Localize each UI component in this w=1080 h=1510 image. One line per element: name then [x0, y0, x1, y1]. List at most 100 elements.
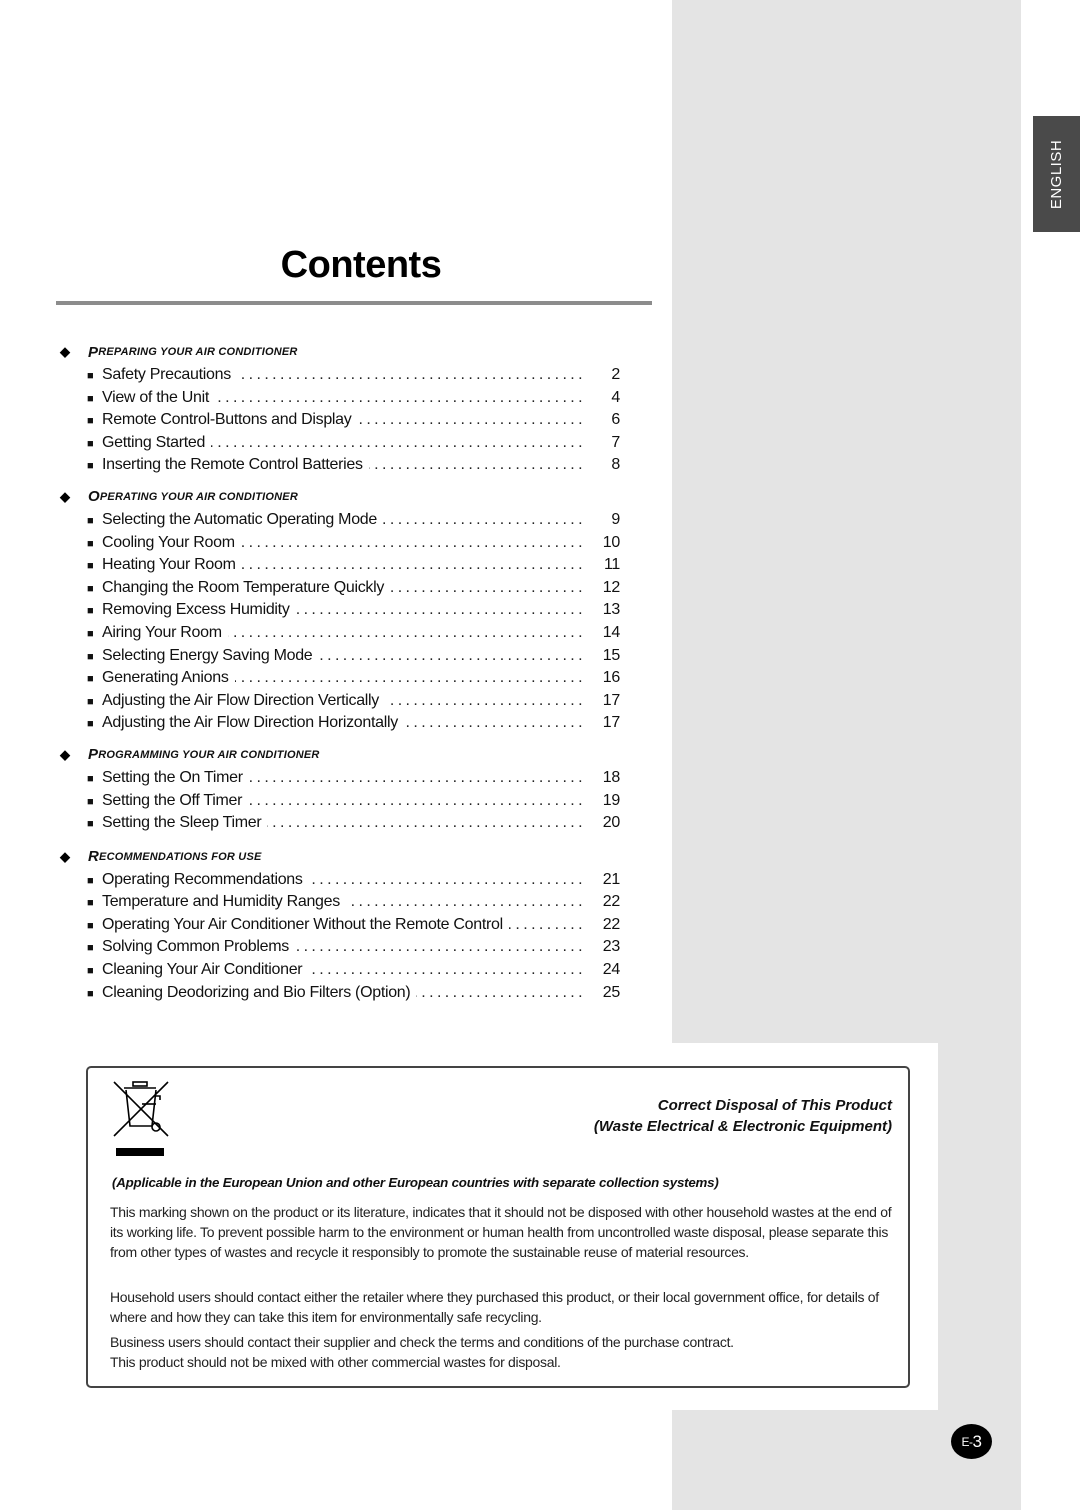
toc-entry[interactable]: ■ Setting the Off Timer..................… — [60, 790, 620, 813]
diamond-bullet-icon: ◆ — [60, 848, 71, 864]
square-bullet-icon: ■ — [87, 874, 94, 887]
disposal-paragraph-3-line1: Business users should contact their supp… — [110, 1334, 734, 1350]
toc-entry[interactable]: ■ Operating Your Air Conditioner Without … — [60, 914, 620, 937]
dot-leader: ........................................… — [248, 768, 586, 786]
toc-entry[interactable]: ■ View of the Unit.......................… — [60, 387, 620, 410]
toc-entry[interactable]: ■ Airing Your Room.......................… — [60, 622, 620, 645]
dot-leader: ........................................… — [385, 691, 586, 709]
dot-leader: ........................................… — [383, 510, 586, 528]
section-heading-rest: REPARING YOUR AIR CONDITIONER — [98, 346, 298, 358]
dot-leader: ........................................… — [390, 578, 586, 596]
disposal-title-line2: (Waste Electrical & Electronic Equipment… — [593, 1118, 892, 1135]
dot-leader: ........................................… — [369, 456, 586, 474]
toc-entry[interactable]: ■ Heating Your Room......................… — [60, 554, 620, 577]
toc-entry[interactable]: ■ Temperature and Humidity Ranges........… — [60, 891, 620, 914]
square-bullet-icon: ■ — [87, 392, 94, 405]
toc-entry-page: 15 — [602, 646, 621, 664]
section-heading-rest: ROGRAMMING YOUR AIR CONDITIONER — [98, 748, 320, 761]
section-heading-initial: P — [88, 746, 99, 764]
toc-entry[interactable]: ■ Safety Precautions.....................… — [60, 364, 620, 387]
toc-entry[interactable]: ■ Inserting the Remote Control Batteries.… — [60, 454, 620, 477]
toc-entry-label: Getting Started — [102, 433, 206, 451]
toc-entry[interactable]: ■ Setting the Sleep Timer................… — [60, 812, 620, 835]
toc-entry-label: Removing Excess Humidity — [102, 601, 290, 619]
toc-entry-label: Adjusting the Air Flow Direction Horizon… — [102, 714, 398, 732]
toc-entry[interactable]: ■ Generating Anions......................… — [60, 667, 620, 690]
toc-entry[interactable]: ■ Changing the Room Temperature Quickly..… — [60, 577, 620, 600]
dot-leader: ........................................… — [248, 791, 586, 809]
square-bullet-icon: ■ — [87, 818, 94, 831]
toc-entry-label: Selecting the Automatic Operating Mode — [102, 510, 377, 528]
toc-entry-label: Selecting Energy Saving Mode — [102, 646, 313, 664]
toc-entry-label: Cooling Your Room — [102, 533, 235, 551]
dot-leader: ........................................… — [404, 714, 586, 732]
square-bullet-icon: ■ — [87, 897, 94, 910]
square-bullet-icon: ■ — [87, 650, 94, 663]
toc-entry[interactable]: ■ Operating Recommendations..............… — [60, 869, 620, 892]
toc-entry[interactable]: ■ Selecting Energy Saving Mode...........… — [60, 645, 620, 668]
page-number: 3 — [972, 1431, 982, 1451]
toc-entry[interactable]: ■ Adjusting the Air Flow Direction Horizo… — [60, 712, 620, 735]
disposal-paragraph-2: Household users should contact either th… — [110, 1289, 879, 1325]
toc-entry-label: Cleaning Your Air Conditioner — [102, 961, 303, 979]
toc-entry-label: View of the Unit — [102, 388, 209, 406]
toc-entry[interactable]: ■ Adjusting the Air Flow Direction Vertic… — [60, 690, 620, 713]
square-bullet-icon: ■ — [87, 987, 94, 1000]
toc-entry-page: 16 — [602, 669, 621, 687]
toc-entry-label: Setting the Sleep Timer — [102, 814, 262, 832]
toc-entry-page: 14 — [602, 623, 621, 641]
toc-entry-page: 24 — [602, 961, 621, 979]
toc-entry[interactable]: ■ Cleaning Your Air Conditioner..........… — [60, 959, 620, 982]
square-bullet-icon: ■ — [87, 965, 94, 978]
weee-disposal-notice: Correct Disposal of This Product (Waste … — [86, 1066, 910, 1388]
section-heading-initial: P — [88, 343, 99, 361]
section-heading-rest: ECOMMENDATIONS FOR USE — [99, 850, 262, 863]
toc-entry-page: 22 — [602, 915, 621, 933]
toc-entry-page: 20 — [602, 814, 621, 832]
dot-leader: ........................................… — [294, 938, 586, 956]
square-bullet-icon: ■ — [87, 460, 94, 473]
dot-leader: ........................................… — [357, 411, 586, 429]
dot-leader: ........................................… — [237, 366, 586, 383]
dot-leader: ........................................… — [242, 556, 586, 574]
square-bullet-icon: ■ — [87, 673, 94, 686]
diamond-bullet-icon: ◆ — [60, 746, 71, 762]
toc-entry-label: Adjusting the Air Flow Direction Vertica… — [102, 691, 379, 709]
toc-entry[interactable]: ■ Selecting the Automatic Operating Mode.… — [60, 509, 620, 532]
toc-entry-page: 21 — [602, 870, 621, 888]
disposal-paragraph-3-line2: This product should not be mixed with ot… — [110, 1354, 561, 1370]
toc-entry-label: Airing Your Room — [102, 623, 222, 641]
square-bullet-icon: ■ — [87, 627, 94, 640]
toc-entry-page: 19 — [602, 791, 621, 809]
toc-entry[interactable]: ■ Cooling Your Room......................… — [60, 532, 620, 555]
disposal-title: Correct Disposal of This Product (Waste … — [594, 1095, 892, 1137]
disposal-title-line1: Correct Disposal of This Product — [657, 1097, 892, 1114]
dot-leader: ........................................… — [318, 646, 586, 664]
square-bullet-icon: ■ — [87, 695, 94, 708]
toc-entry[interactable]: ■ Removing Excess Humidity...............… — [60, 599, 620, 622]
square-bullet-icon: ■ — [87, 437, 94, 450]
section-heading-initial: O — [88, 488, 100, 506]
toc-entry[interactable]: ■ Solving Common Problems................… — [60, 936, 620, 959]
section-heading: ◆ P ROGRAMMING YOUR AIR CONDITIONER — [60, 743, 620, 767]
table-of-contents: ◆ P REPARING YOUR AIR CONDITIONER ■ Safety P… — [60, 340, 620, 1004]
toc-entry-page: 4 — [611, 388, 620, 406]
dot-leader: ........................................… — [416, 983, 586, 1001]
toc-entry[interactable]: ■ Cleaning Deodorizing and Bio Filters (O… — [60, 982, 620, 1005]
page-number-badge: E- 3 — [951, 1424, 992, 1459]
toc-entry-label: Generating Anions — [102, 669, 229, 687]
toc-entry-page: 25 — [602, 983, 621, 1001]
toc-entry-page: 11 — [603, 556, 620, 574]
section-heading-initial: R — [88, 848, 100, 866]
toc-entry[interactable]: ■ Remote Control-Buttons and Display.....… — [60, 409, 620, 432]
dot-leader: ........................................… — [346, 893, 586, 911]
square-bullet-icon: ■ — [87, 537, 94, 550]
square-bullet-icon: ■ — [87, 942, 94, 955]
applicability-note: (Applicable in the European Union and ot… — [112, 1175, 719, 1190]
toc-entry[interactable]: ■ Setting the On Timer...................… — [60, 767, 620, 790]
disposal-paragraph-3: Business users should contact their supp… — [110, 1332, 900, 1372]
page-number-prefix: E- — [961, 1434, 974, 1449]
toc-entry[interactable]: ■ Getting Started........................… — [60, 432, 620, 455]
toc-entry-label: Operating Recommendations — [102, 870, 303, 888]
dot-leader: ........................................… — [228, 623, 586, 641]
